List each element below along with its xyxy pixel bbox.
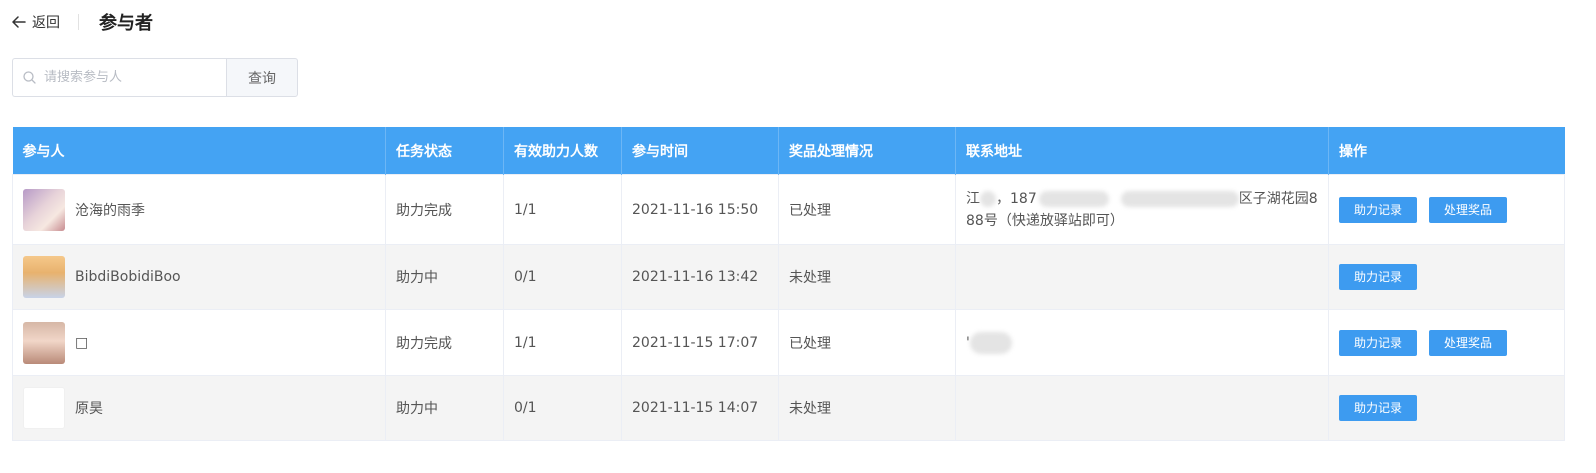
column-header-time: 参与时间 (621, 127, 779, 175)
time-cell: 2021-11-16 13:42 (621, 244, 779, 310)
column-header-status: 任务状态 (385, 127, 504, 175)
redacted-blur (969, 331, 1012, 354)
search-bar: 查询 (12, 58, 298, 97)
avatar (23, 256, 65, 298)
prize-cell: 已处理 (778, 174, 956, 245)
table-row: 原昊 助力中 0/1 2021-11-15 14:07 未处理 助力记录 (12, 375, 1565, 441)
address-text: 区子湖花园8 (1238, 190, 1318, 207)
column-header-valid-count: 有效助力人数 (503, 127, 622, 175)
table-row: 沧海的雨季 助力完成 1/1 2021-11-16 15:50 已处理 江 ，18… (12, 174, 1565, 245)
column-header-actions: 操作 (1328, 127, 1565, 175)
address-cell (955, 244, 1329, 310)
actions-cell: 助力记录 处理奖品 (1328, 309, 1565, 376)
prize-cell: 未处理 (778, 375, 956, 441)
assist-record-button[interactable]: 助力记录 (1339, 329, 1418, 356)
redacted-blur (1038, 190, 1109, 207)
back-label: 返回 (32, 15, 60, 31)
search-input[interactable] (42, 69, 216, 86)
count-cell: 1/1 (503, 309, 622, 376)
search-icon (23, 71, 36, 84)
page-title: 参与者 (99, 13, 153, 34)
arrow-left-icon (12, 16, 26, 28)
table-row: □ 助力完成 1/1 2021-11-15 17:07 已处理 ' 助力记录 处理… (12, 309, 1565, 376)
time-cell: 2021-11-15 17:07 (621, 309, 779, 376)
address-text: ，187 (996, 190, 1037, 207)
count-cell: 0/1 (503, 375, 622, 441)
actions-cell: 助力记录 处理奖品 (1328, 174, 1565, 245)
count-cell: 0/1 (503, 244, 622, 310)
participant-cell: 原昊 (12, 375, 386, 441)
process-prize-button[interactable]: 处理奖品 (1429, 329, 1508, 356)
prize-cell: 未处理 (778, 244, 956, 310)
address-cell: ' (955, 309, 1329, 376)
back-button[interactable]: 返回 (12, 12, 60, 32)
assist-record-button[interactable]: 助力记录 (1339, 264, 1418, 290)
prize-cell: 已处理 (778, 309, 956, 376)
column-header-address: 联系地址 (955, 127, 1329, 175)
time-cell: 2021-11-15 14:07 (621, 375, 779, 441)
participant-name: 沧海的雨季 (75, 202, 145, 219)
count-cell: 1/1 (503, 174, 622, 245)
participant-name: BibdiBobidiBoo (75, 269, 181, 285)
status-cell: 助力中 (385, 244, 504, 310)
table-header-row: 参与人 任务状态 有效助力人数 参与时间 奖品处理情况 联系地址 操作 (12, 127, 1565, 175)
redacted-blur (1120, 190, 1239, 207)
avatar (23, 387, 65, 429)
column-header-participant: 参与人 (12, 127, 386, 175)
status-cell: 助力完成 (385, 174, 504, 245)
participant-cell: 沧海的雨季 (12, 174, 386, 245)
status-cell: 助力中 (385, 375, 504, 441)
page-header: 返回 参与者 (12, 8, 153, 36)
address-cell: 江 ，187 区子湖花园8 88号（快递放驿站即可） (955, 174, 1329, 245)
avatar (23, 188, 65, 231)
redacted-blur (980, 190, 996, 207)
header-divider (78, 14, 79, 30)
address-text: 88号（快递放驿站即可） (966, 212, 1124, 229)
process-prize-button[interactable]: 处理奖品 (1429, 196, 1508, 223)
assist-record-button[interactable]: 助力记录 (1339, 395, 1418, 421)
address-text: 江 (966, 190, 980, 207)
avatar (23, 321, 65, 364)
participant-name: 原昊 (75, 401, 103, 417)
status-cell: 助力完成 (385, 309, 504, 376)
search-box (12, 58, 226, 97)
participant-cell: □ (12, 309, 386, 376)
actions-cell: 助力记录 (1328, 375, 1565, 441)
participants-table: 参与人 任务状态 有效助力人数 参与时间 奖品处理情况 联系地址 操作 沧海的雨… (12, 127, 1565, 441)
time-cell: 2021-11-16 15:50 (621, 174, 779, 245)
participant-name: □ (75, 334, 89, 351)
column-header-prize: 奖品处理情况 (778, 127, 956, 175)
search-button[interactable]: 查询 (226, 58, 298, 97)
assist-record-button[interactable]: 助力记录 (1339, 196, 1418, 223)
address-cell (955, 375, 1329, 441)
actions-cell: 助力记录 (1328, 244, 1565, 310)
table-row: BibdiBobidiBoo 助力中 0/1 2021-11-16 13:42 … (12, 244, 1565, 310)
participant-cell: BibdiBobidiBoo (12, 244, 386, 310)
